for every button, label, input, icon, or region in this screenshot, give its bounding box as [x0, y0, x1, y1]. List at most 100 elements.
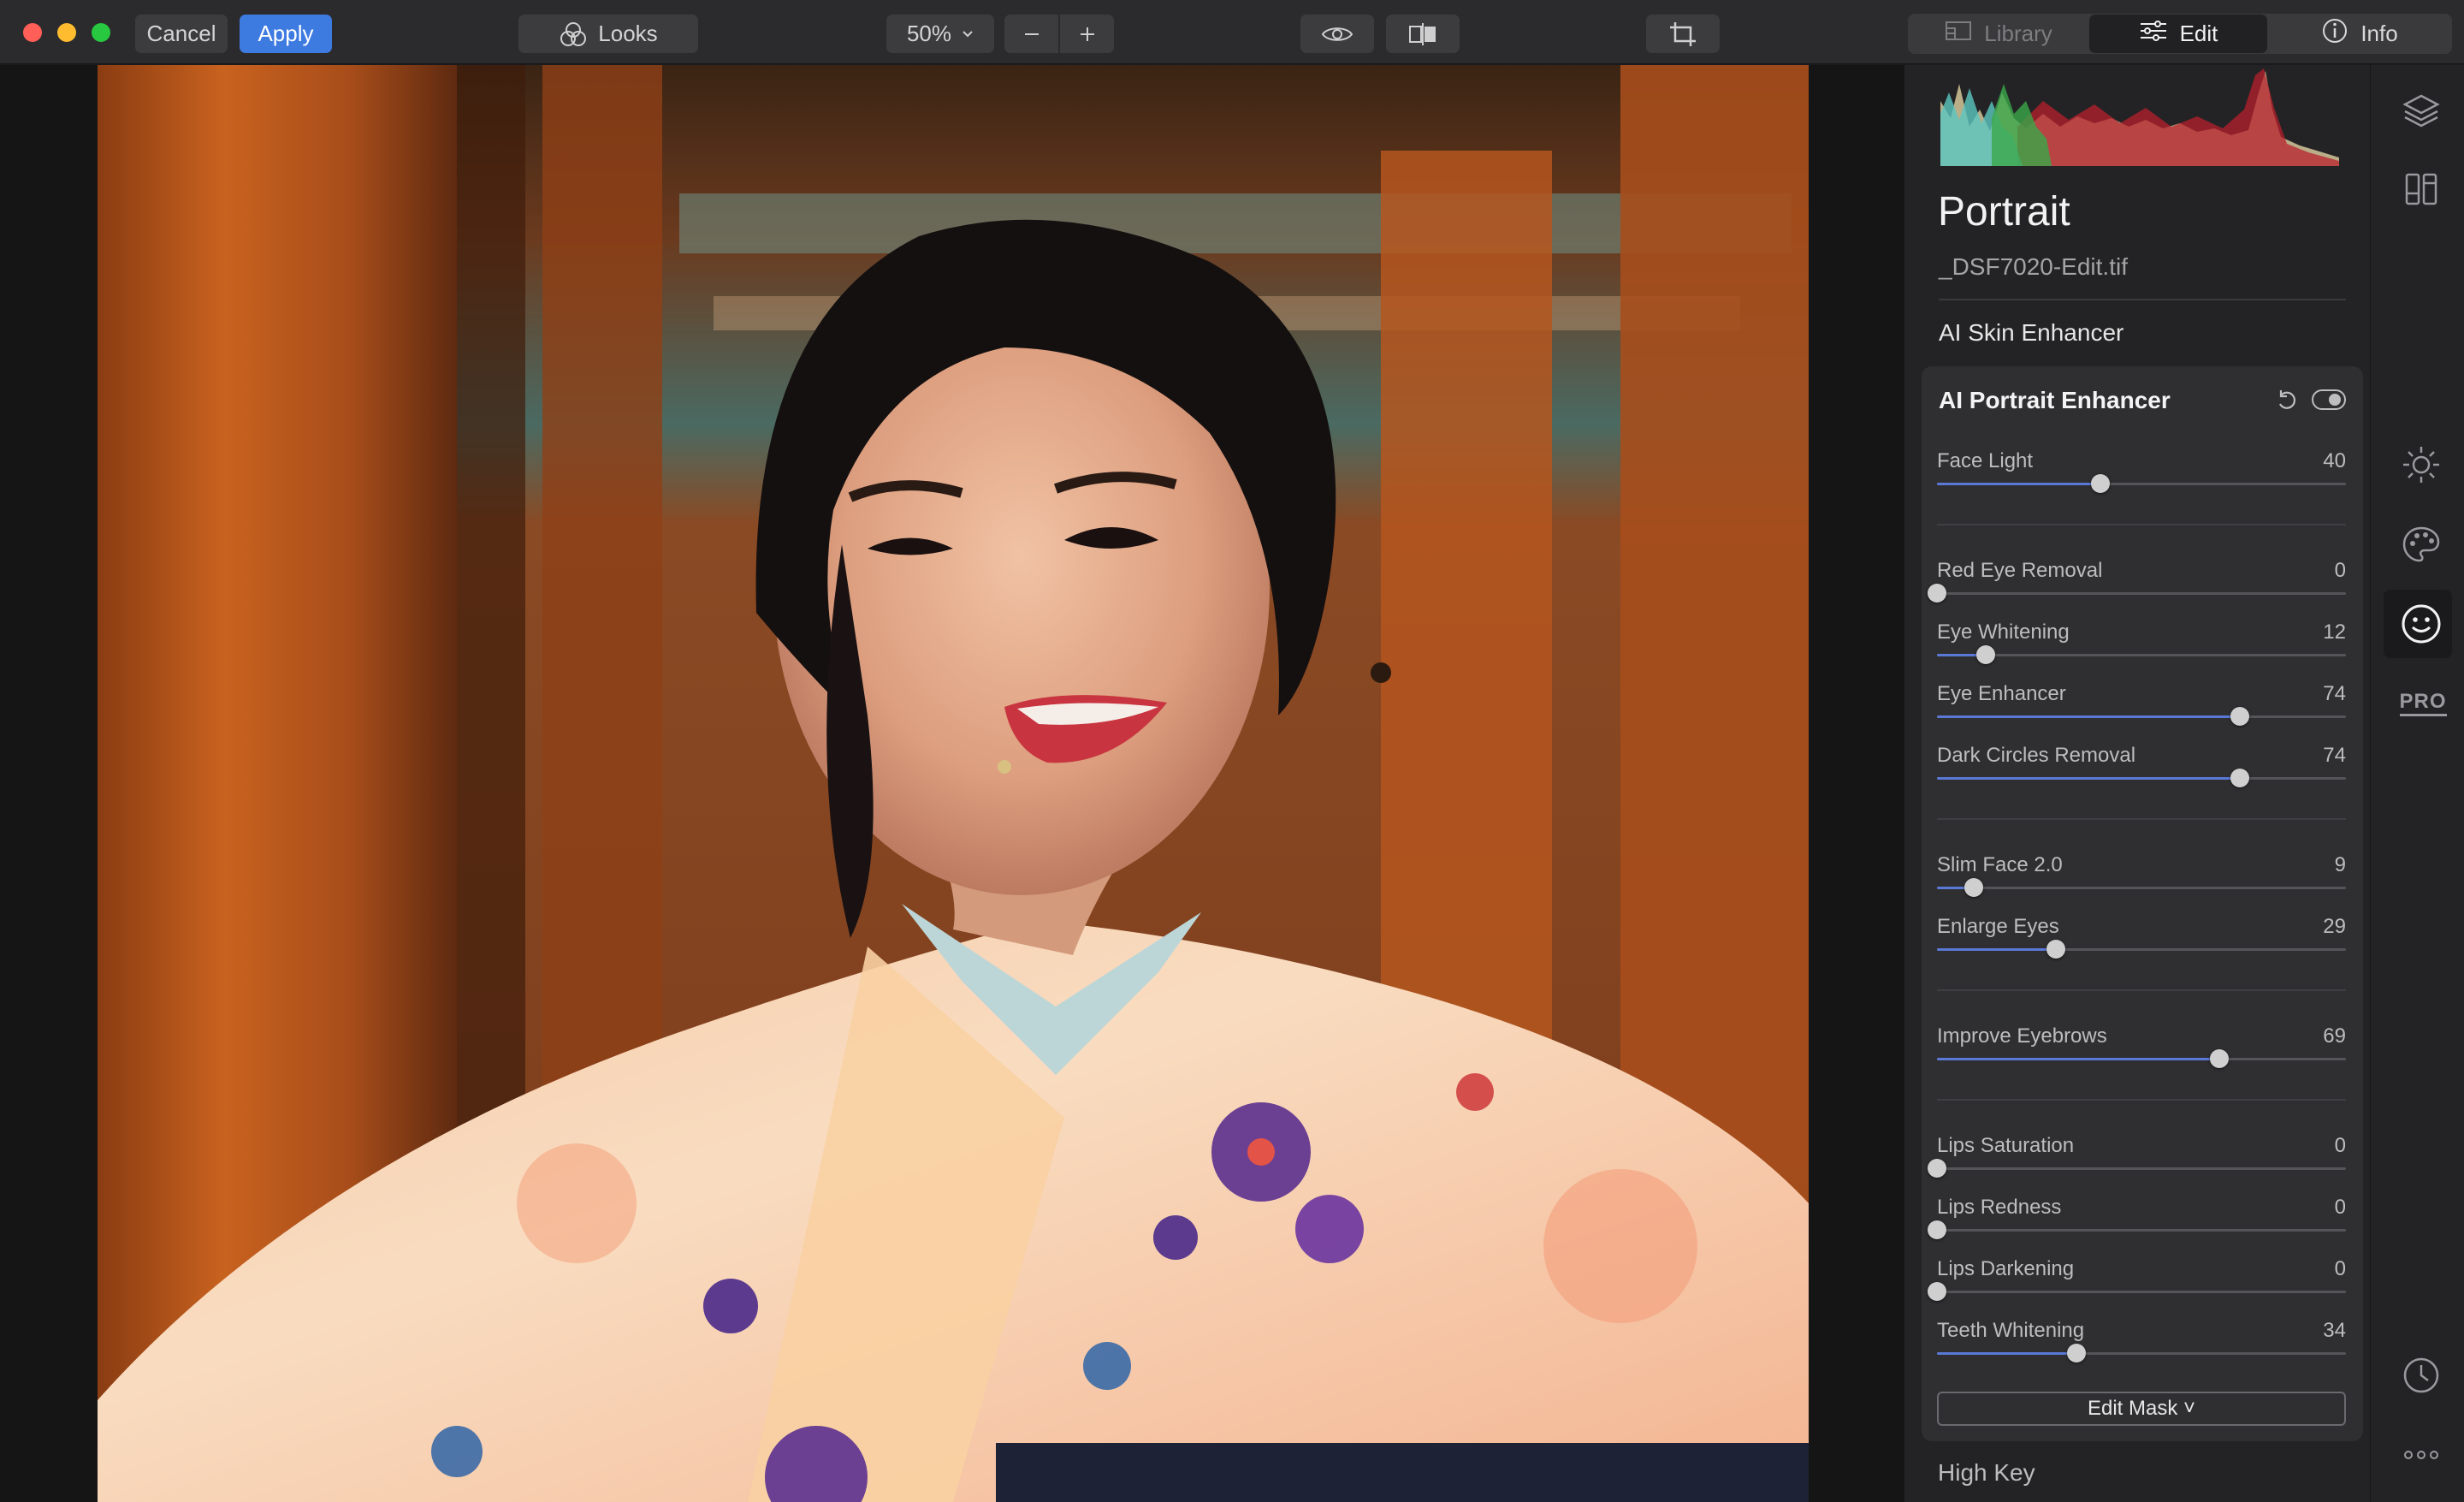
info-tab-label: Info [2360, 21, 2398, 46]
zoom-out-button[interactable] [1004, 15, 1058, 53]
apply-label: Apply [258, 21, 314, 46]
slider-value: 12 [2323, 620, 2346, 644]
slider-track[interactable] [1937, 940, 2346, 959]
zoom-controls [1004, 15, 1114, 53]
ai-skin-enhancer-section[interactable]: AI Skin Enhancer [1939, 319, 2123, 347]
minus-icon [1022, 25, 1041, 44]
slider-label: Slim Face 2.0 [1937, 853, 2063, 876]
zoom-window-button[interactable] [92, 23, 110, 42]
group-divider [1937, 524, 2346, 525]
slider-value: 74 [2323, 682, 2346, 705]
panels-icon[interactable] [2400, 168, 2443, 211]
slider-knob[interactable] [1964, 878, 1984, 897]
history-icon[interactable] [2400, 1354, 2443, 1397]
panel-title: Portrait [1938, 189, 2070, 235]
slider-label: Face Light [1937, 449, 2034, 472]
slider-value: 0 [2334, 1257, 2346, 1280]
slider-value: 0 [2334, 1134, 2346, 1157]
zoom-select[interactable]: 50% [886, 15, 994, 53]
slider-track[interactable] [1928, 1159, 2346, 1178]
looks-button[interactable]: Looks [518, 15, 698, 53]
cancel-button[interactable]: Cancel [135, 15, 228, 53]
slider-label: Eye Whitening [1937, 620, 2070, 644]
slider-track[interactable] [1937, 474, 2346, 493]
slider-track[interactable] [1937, 878, 2346, 897]
slider-knob[interactable] [1928, 584, 1946, 603]
slider-track[interactable] [1928, 1282, 2346, 1301]
sun-icon[interactable] [2400, 443, 2443, 486]
compare-button[interactable] [1386, 15, 1460, 53]
title-divider [1939, 299, 2346, 300]
sliders-icon [2139, 19, 2168, 49]
slider-fill [1937, 1352, 2076, 1355]
slider-label: Eye Enhancer [1937, 682, 2066, 705]
slider-fill [1937, 715, 2240, 718]
compare-icon [1407, 22, 1438, 46]
slider-knob[interactable] [2230, 707, 2249, 726]
top-toolbar: Cancel Apply Looks 50% Library Edit Info [0, 0, 2464, 64]
slider-fill [1937, 948, 2056, 951]
slider-value: 69 [2323, 1024, 2346, 1048]
cancel-label: Cancel [146, 21, 216, 46]
crop-icon [1668, 21, 1697, 48]
edit-mask-button[interactable]: Edit Mask ˅ [1937, 1392, 2346, 1426]
slider-fill [1937, 483, 2101, 485]
tool-rail [2370, 65, 2464, 1502]
slider-label: Dark Circles Removal [1937, 744, 2136, 767]
group-divider [1937, 989, 2346, 991]
slider-knob[interactable] [2066, 1344, 2086, 1362]
slider-knob[interactable] [2209, 1049, 2229, 1068]
edit-mask-label: Edit Mask ˅ [2087, 1397, 2196, 1420]
looks-icon [559, 21, 588, 48]
minimize-window-button[interactable] [57, 23, 76, 42]
close-window-button[interactable] [23, 23, 42, 42]
slider-knob[interactable] [2230, 769, 2249, 787]
slider-track[interactable] [1937, 707, 2346, 726]
zoom-value: 50% [906, 21, 952, 46]
slider-track[interactable] [1928, 584, 2346, 603]
undo-icon[interactable] [2274, 387, 2300, 413]
slider-fill [1937, 1058, 2219, 1060]
slider-track[interactable] [1937, 769, 2346, 787]
library-tab-label: Library [1984, 21, 2052, 46]
portrait-photo [98, 65, 1809, 1502]
toggle-icon[interactable] [2312, 389, 2346, 410]
info-tab[interactable]: Info [2271, 15, 2449, 53]
zoom-in-button[interactable] [1060, 15, 1114, 53]
apply-button[interactable]: Apply [240, 15, 332, 53]
slider-knob[interactable] [1928, 1220, 1946, 1239]
palette-icon[interactable] [2400, 523, 2443, 566]
image-canvas[interactable] [0, 65, 1904, 1502]
group-divider [1937, 818, 2346, 820]
slider-label: Teeth Whitening [1937, 1319, 2085, 1342]
edit-tab[interactable]: Edit [2089, 15, 2267, 53]
slider-track[interactable] [1937, 1344, 2346, 1362]
photo-illustration [98, 65, 1809, 1502]
ai-portrait-enhancer-title: AI Portrait Enhancer [1939, 387, 2171, 413]
pro-label: PRO [2399, 690, 2447, 716]
slider-label: Enlarge Eyes [1937, 915, 2059, 938]
slider-label: Lips Darkening [1937, 1257, 2075, 1280]
slider-knob[interactable] [1928, 1282, 1946, 1301]
slider-label: Red Eye Removal [1937, 559, 2103, 582]
eye-icon [1321, 24, 1353, 45]
slider-track[interactable] [1937, 645, 2346, 664]
face-icon[interactable] [2400, 603, 2443, 645]
group-divider [1937, 1099, 2346, 1101]
slider-track[interactable] [1937, 1049, 2346, 1068]
more-icon[interactable] [2400, 1434, 2443, 1476]
crop-button[interactable] [1646, 15, 1720, 53]
layers-icon[interactable] [2400, 89, 2443, 132]
slider-label: Lips Saturation [1937, 1134, 2075, 1157]
library-icon [1945, 20, 1972, 48]
slider-knob[interactable] [2046, 940, 2065, 959]
slider-knob[interactable] [1928, 1159, 1946, 1178]
high-key-section[interactable]: High Key [1938, 1459, 2035, 1487]
pro-tool-icon[interactable]: PRO [2399, 681, 2447, 724]
library-tab[interactable]: Library [1910, 15, 2088, 53]
slider-fill [1937, 777, 2240, 780]
slider-track[interactable] [1928, 1220, 2346, 1239]
preview-button[interactable] [1300, 15, 1374, 53]
histogram [1940, 67, 2339, 166]
slider-value: 34 [2323, 1319, 2346, 1342]
